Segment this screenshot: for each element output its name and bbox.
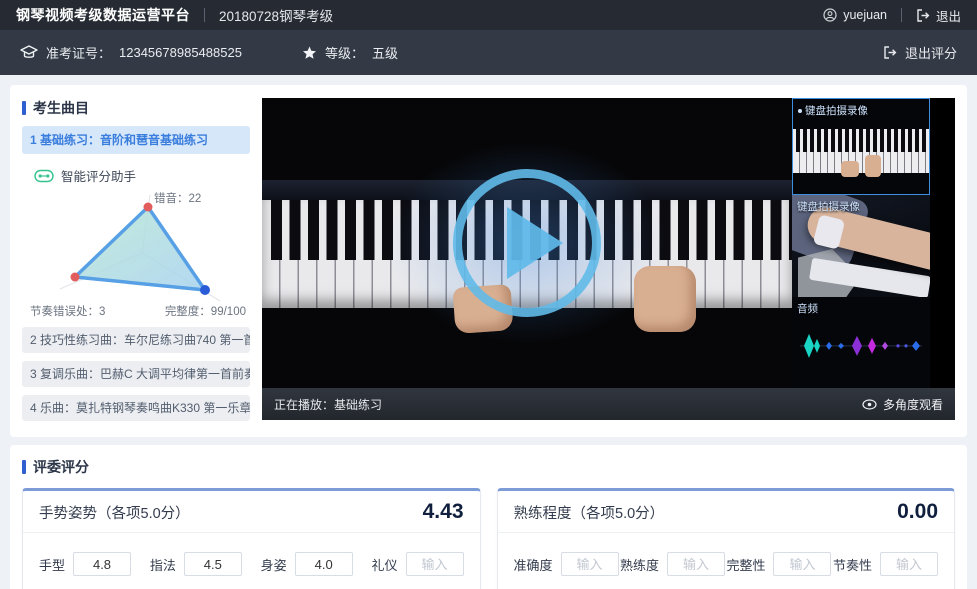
user-menu[interactable]: yuejuan xyxy=(823,8,887,22)
level-group: 等级： 五级 xyxy=(302,43,398,62)
scoring-title: 评委评分 xyxy=(22,457,955,477)
main-video[interactable] xyxy=(262,98,792,388)
field-accuracy: 准确度 xyxy=(514,552,619,576)
fingering-input[interactable] xyxy=(184,552,242,576)
exam-main-panel: 考生曲目 1 基础练习：音阶和琶音基础练习 智能评分助手 xyxy=(10,85,967,437)
now-playing-text: 正在播放：基础练习 xyxy=(274,396,382,413)
thumbnail-2-label-group: 键盘拍摄录像 xyxy=(797,199,860,214)
ticket-number-group: 准考证号： 12345678985488525 xyxy=(20,43,242,62)
radar-dot-completeness xyxy=(200,285,210,295)
audio-waveform xyxy=(796,327,926,363)
song-item-3[interactable]: 3 复调乐曲：巴赫C 大调平均律第一首前奏曲 xyxy=(22,361,250,387)
rhythm-input[interactable] xyxy=(880,552,938,576)
title-accent-bar xyxy=(22,101,26,115)
app-title: 钢琴视频考级数据运营平台 xyxy=(16,5,190,25)
player-status-bar: 正在播放：基础练习 多角度观看 xyxy=(262,388,955,420)
star-icon xyxy=(302,46,317,60)
radar-label-rhythm-errors: 节奏错误处：3 xyxy=(30,303,105,319)
etiquette-input[interactable] xyxy=(406,552,464,576)
radar-dot-wrong-notes xyxy=(144,203,153,212)
exit-scoring-icon xyxy=(883,46,897,59)
card-score: 0.00 xyxy=(897,500,938,524)
camera-thumbnails: 键盘拍摄录像 键盘拍摄录像 xyxy=(792,98,930,388)
header-divider xyxy=(204,8,205,22)
field-hand-shape: 手型 xyxy=(39,552,131,576)
multi-angle-button[interactable]: 多角度观看 xyxy=(862,396,943,413)
radar-chart: 错音：22 节奏错误处：3 完整度：99/100 xyxy=(22,187,250,319)
hand-shape-input[interactable] xyxy=(73,552,131,576)
thumbnail-keyboard-cam-2[interactable]: 键盘拍摄录像 xyxy=(792,195,930,297)
logout-icon xyxy=(916,9,930,22)
accuracy-input[interactable] xyxy=(561,552,619,576)
card-title: 熟练程度（各项5.0分） xyxy=(514,502,665,523)
song-item-1[interactable]: 1 基础练习：音阶和琶音基础练习 xyxy=(22,126,250,154)
song-list-sidebar: 考生曲目 1 基础练习：音阶和琶音基础练习 智能评分助手 xyxy=(22,98,250,424)
active-dot xyxy=(798,109,802,113)
gesture-posture-card: 手势姿势（各项5.0分） 4.43 手型 指法 身姿 礼仪 xyxy=(22,488,481,589)
proficiency-input[interactable] xyxy=(667,552,725,576)
song-item-2[interactable]: 2 技巧性练习曲：车尔尼练习曲740 第一首 xyxy=(22,327,250,353)
user-name: yuejuan xyxy=(843,8,887,22)
assistant-robot-icon xyxy=(34,169,54,183)
audio-label-group: 音频 xyxy=(797,301,818,316)
play-icon xyxy=(507,207,563,279)
level-value: 五级 xyxy=(372,43,398,62)
posture-input[interactable] xyxy=(295,552,353,576)
right-hand-graphic xyxy=(634,266,696,332)
field-proficiency: 熟练度 xyxy=(620,552,725,576)
card-title: 手势姿势（各项5.0分） xyxy=(39,502,190,523)
exit-scoring-label: 退出评分 xyxy=(905,43,957,62)
logout-label: 退出 xyxy=(936,6,961,25)
video-player: 键盘拍摄录像 键盘拍摄录像 xyxy=(262,98,955,424)
smart-scoring-assistant: 智能评分助手 xyxy=(34,166,250,185)
thumbnail-1-label-group: 键盘拍摄录像 xyxy=(798,103,868,118)
graduation-cap-icon xyxy=(20,45,38,60)
logout-button[interactable]: 退出 xyxy=(916,6,961,25)
level-label: 等级： xyxy=(325,43,364,62)
top-header: 钢琴视频考级数据运营平台 20180728钢琴考级 yuejuan 退出 xyxy=(0,0,977,30)
song-item-4[interactable]: 4 乐曲：莫扎特钢琴奏鸣曲K330 第一乐章 xyxy=(22,395,250,421)
proficiency-card: 熟练程度（各项5.0分） 0.00 准确度 熟练度 完整性 节奏性 xyxy=(497,488,956,589)
radar-label-completeness: 完整度：99/100 xyxy=(165,303,246,319)
play-button[interactable] xyxy=(453,169,601,317)
radar-chart-svg xyxy=(22,187,250,319)
card-score: 4.43 xyxy=(423,500,464,524)
field-etiquette: 礼仪 xyxy=(371,552,463,576)
session-title: 20180728钢琴考级 xyxy=(219,5,333,25)
mini-keyboard-graphic xyxy=(793,129,929,173)
title-accent-bar xyxy=(22,460,26,474)
assistant-label: 智能评分助手 xyxy=(61,166,136,185)
field-posture: 身姿 xyxy=(261,552,353,576)
radar-dot-rhythm-errors xyxy=(71,273,80,282)
ticket-label: 准考证号： xyxy=(46,43,111,62)
field-completeness: 完整性 xyxy=(726,552,831,576)
ticket-number: 12345678985488525 xyxy=(119,45,242,60)
exam-info-bar: 准考证号： 12345678985488525 等级： 五级 退出评分 xyxy=(0,30,977,75)
header-divider xyxy=(901,8,902,22)
user-icon xyxy=(823,8,837,22)
thumbnail-audio[interactable]: 音频 xyxy=(792,297,930,388)
exit-scoring-button[interactable]: 退出评分 xyxy=(883,43,957,62)
thumbnail-keyboard-cam-1[interactable]: 键盘拍摄录像 xyxy=(792,98,930,195)
completeness-input[interactable] xyxy=(773,552,831,576)
radar-label-wrong-notes: 错音：22 xyxy=(154,190,201,206)
field-rhythm: 节奏性 xyxy=(833,552,938,576)
song-list-title: 考生曲目 xyxy=(22,98,250,118)
field-fingering: 指法 xyxy=(150,552,242,576)
eye-icon xyxy=(862,399,877,410)
judge-scoring-panel: 评委评分 手势姿势（各项5.0分） 4.43 手型 指法 身姿 xyxy=(10,445,967,589)
